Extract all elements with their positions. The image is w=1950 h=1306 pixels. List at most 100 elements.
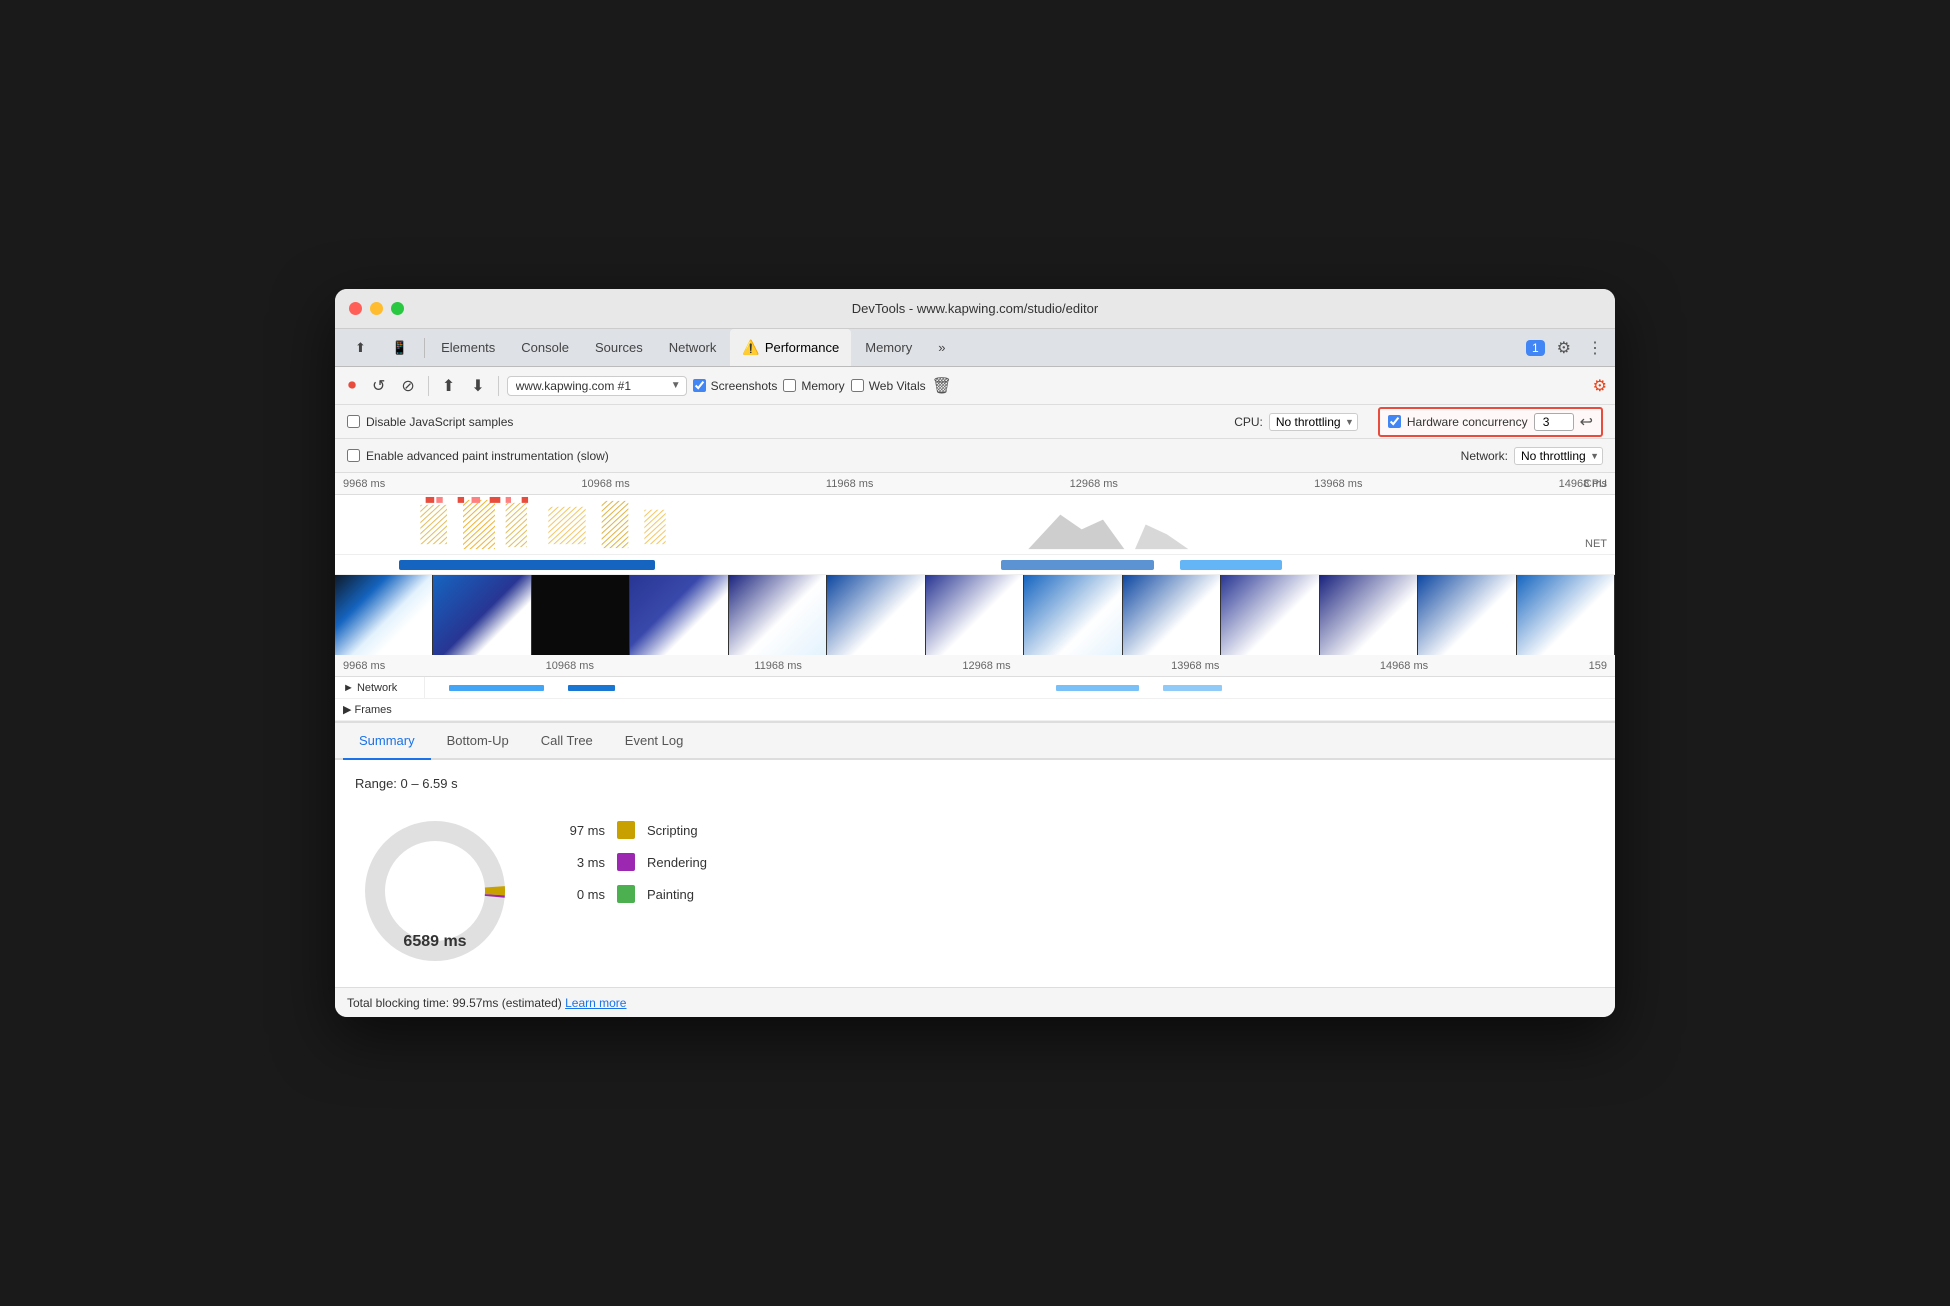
screenshot-4 xyxy=(630,575,728,655)
advanced-paint-label[interactable]: Enable advanced paint instrumentation (s… xyxy=(347,449,609,463)
upload-icon[interactable]: ⬆ xyxy=(437,373,460,399)
disable-js-checkbox[interactable] xyxy=(347,415,360,428)
ruler-label-2: 11968 ms xyxy=(826,478,874,490)
toolbar: ⏺ ↺ ⊘ ⬆ ⬇ www.kapwing.com #1 ▼ Screensho… xyxy=(335,367,1615,405)
web-vitals-checkbox-label[interactable]: Web Vitals xyxy=(851,379,926,393)
settings-row-2: Enable advanced paint instrumentation (s… xyxy=(335,439,1615,473)
ruler-bottom-4: 13968 ms xyxy=(1171,660,1219,672)
memory-checkbox-label[interactable]: Memory xyxy=(783,379,844,393)
screenshot-7 xyxy=(926,575,1024,655)
legend: 97 ms Scripting 3 ms Rendering 0 ms Pain… xyxy=(555,811,707,903)
ruler-label-1: 10968 ms xyxy=(581,478,629,490)
summary-panel: Range: 0 – 6.59 s 6589 ms xyxy=(335,760,1615,987)
screenshots-checkbox[interactable] xyxy=(693,379,706,392)
net-bar-1 xyxy=(399,560,655,570)
maximize-button[interactable] xyxy=(391,302,404,315)
ruler-labels-top: 9968 ms 10968 ms 11968 ms 12968 ms 13968… xyxy=(343,478,1607,490)
tab-memory[interactable]: Memory xyxy=(853,329,924,366)
tab-elements[interactable]: Elements xyxy=(429,329,507,366)
pie-chart: 6589 ms xyxy=(355,811,515,971)
minimize-button[interactable] xyxy=(370,302,383,315)
hw-concurrency-input[interactable] xyxy=(1534,413,1574,431)
hw-concurrency-container: Hardware concurrency ↩ xyxy=(1378,407,1603,437)
track-net-bar-4 xyxy=(1163,685,1223,691)
net-bars-container xyxy=(335,555,1615,574)
network-track-row: ► Network xyxy=(335,677,1615,699)
more-icon[interactable]: ⋮ xyxy=(1583,336,1607,360)
undo-hw-icon[interactable]: ↩ xyxy=(1580,412,1593,432)
tab-network[interactable]: Network xyxy=(657,329,729,366)
close-button[interactable] xyxy=(349,302,362,315)
cpu-throttle-select[interactable]: No throttling xyxy=(1269,413,1358,431)
tab-console[interactable]: Console xyxy=(509,329,581,366)
network-track-content[interactable] xyxy=(425,677,1615,698)
net-bar-3 xyxy=(1180,560,1282,570)
record-button[interactable]: ⏺ xyxy=(343,374,361,398)
screenshots-strip xyxy=(335,575,1615,655)
tab-call-tree-label: Call Tree xyxy=(541,733,593,748)
device-toolbar-icon[interactable]: 📱 xyxy=(380,329,420,366)
rendering-color xyxy=(617,853,635,871)
tab-performance-label: Performance xyxy=(765,340,839,355)
window-title: DevTools - www.kapwing.com/studio/editor xyxy=(852,301,1098,316)
tab-bottom-up[interactable]: Bottom-Up xyxy=(431,723,525,760)
pie-center-label: 6589 ms xyxy=(403,933,466,951)
screenshot-12 xyxy=(1418,575,1516,655)
tab-event-log[interactable]: Event Log xyxy=(609,723,700,760)
cpu-graph-area[interactable]: NET xyxy=(335,495,1615,555)
network-track-label-text: ► Network xyxy=(343,682,397,694)
tab-sources[interactable]: Sources xyxy=(583,329,655,366)
ruler-label-0: 9968 ms xyxy=(343,478,385,490)
screenshot-5 xyxy=(729,575,827,655)
screenshot-2 xyxy=(433,575,531,655)
analysis-tabs-header: Summary Bottom-Up Call Tree Event Log xyxy=(335,723,1615,760)
cpu-label-text: CPU: xyxy=(1234,415,1263,429)
range-text: Range: 0 – 6.59 s xyxy=(355,776,1595,791)
frames-label: ▶ Frames xyxy=(343,703,392,716)
ruler-bottom-5: 14968 ms xyxy=(1380,660,1428,672)
tab-performance[interactable]: ⚠️ Performance xyxy=(730,329,851,366)
trash-icon[interactable]: 🗑 xyxy=(932,376,952,396)
nav-tabs: ⬆ 📱 Elements Console Sources Network ⚠️ … xyxy=(335,329,1615,367)
stop-button[interactable]: ⊘ xyxy=(396,373,419,399)
learn-more-link[interactable]: Learn more xyxy=(565,996,626,1010)
track-net-bar-2 xyxy=(568,685,616,691)
memory-label: Memory xyxy=(801,379,844,393)
advanced-paint-checkbox[interactable] xyxy=(347,449,360,462)
hw-concurrency-label: Hardware concurrency xyxy=(1407,415,1528,429)
ruler-bottom-0: 9968 ms xyxy=(343,660,385,672)
memory-checkbox[interactable] xyxy=(783,379,796,392)
disable-js-label[interactable]: Disable JavaScript samples xyxy=(347,415,513,429)
cursor-icon[interactable]: ⬆ xyxy=(343,329,378,366)
screenshots-checkbox-label[interactable]: Screenshots xyxy=(693,379,778,393)
tab-summary[interactable]: Summary xyxy=(343,723,431,760)
screenshot-9 xyxy=(1123,575,1221,655)
web-vitals-checkbox[interactable] xyxy=(851,379,864,392)
status-bar: Total blocking time: 99.57ms (estimated)… xyxy=(335,987,1615,1017)
scripting-label: Scripting xyxy=(647,823,698,838)
timeline-container: 9968 ms 10968 ms 11968 ms 12968 ms 13968… xyxy=(335,473,1615,722)
hw-concurrency-checkbox[interactable] xyxy=(1388,415,1401,428)
ruler-bottom-2: 11968 ms xyxy=(754,660,802,672)
rendering-label: Rendering xyxy=(647,855,707,870)
tab-bottom-up-label: Bottom-Up xyxy=(447,733,509,748)
painting-color xyxy=(617,885,635,903)
network-track-label: ► Network xyxy=(335,677,425,698)
url-select[interactable]: www.kapwing.com #1 xyxy=(507,376,687,396)
scripting-value: 97 ms xyxy=(555,823,605,838)
settings-icon[interactable]: ⚙ xyxy=(1553,336,1575,360)
scripting-color xyxy=(617,821,635,839)
status-text: Total blocking time: 99.57ms (estimated) xyxy=(347,996,562,1010)
reload-button[interactable]: ↺ xyxy=(367,373,390,399)
download-icon[interactable]: ⬇ xyxy=(466,373,489,399)
tab-more[interactable]: » xyxy=(926,329,957,366)
screenshot-3 xyxy=(532,575,630,655)
network-throttle-select[interactable]: No throttling xyxy=(1514,447,1603,465)
screenshot-6 xyxy=(827,575,925,655)
devtools-window: DevTools - www.kapwing.com/studio/editor… xyxy=(335,289,1615,1017)
gear-settings-icon[interactable]: ⚙ xyxy=(1593,376,1607,396)
web-vitals-label: Web Vitals xyxy=(869,379,926,393)
toolbar-separator xyxy=(428,376,429,396)
tab-call-tree[interactable]: Call Tree xyxy=(525,723,609,760)
legend-painting: 0 ms Painting xyxy=(555,885,707,903)
